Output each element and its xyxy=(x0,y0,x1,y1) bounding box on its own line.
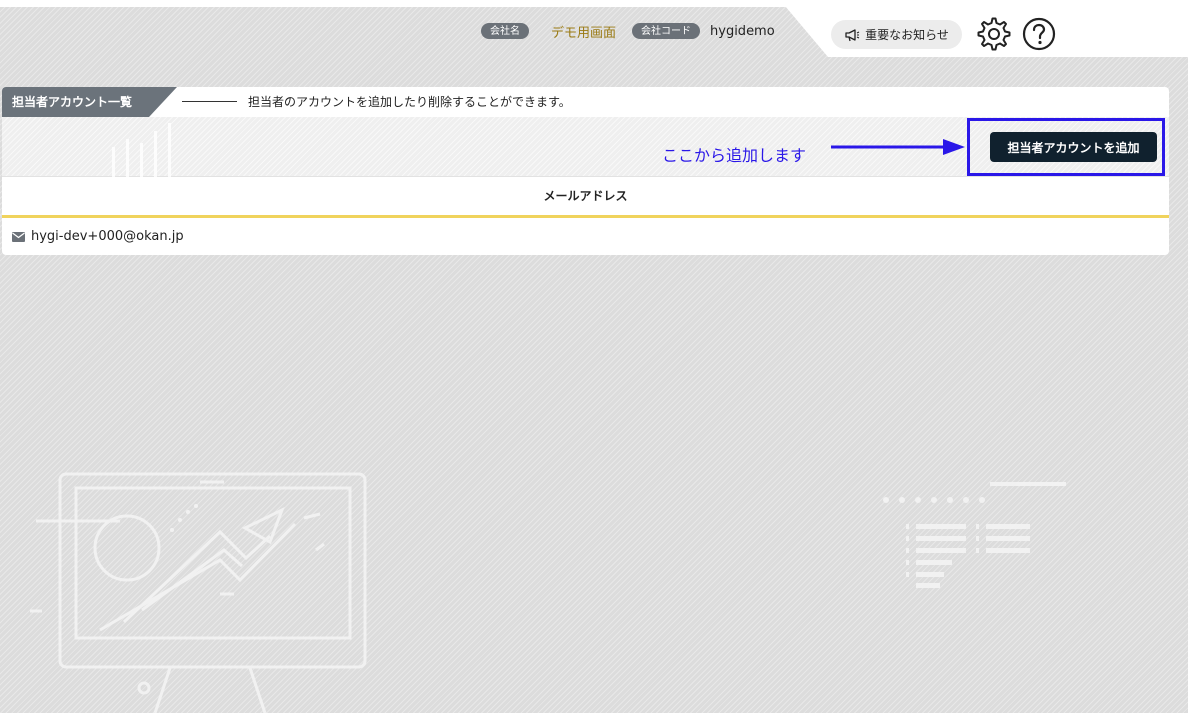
panel-title: 担当者アカウント一覧 xyxy=(2,87,177,117)
gear-icon[interactable] xyxy=(976,16,1012,52)
company-code: hygidemo xyxy=(710,23,775,39)
company-code-badge: 会社コード xyxy=(632,23,701,39)
email-cell: hygi-dev+000@okan.jp xyxy=(31,229,184,244)
notice-label: 重要なお知らせ xyxy=(865,28,949,42)
table-header-email: メールアドレス xyxy=(2,177,1169,218)
action-bar: ここから追加します 担当者アカウントを追加 xyxy=(2,117,1169,177)
account-panel: 担当者アカウント一覧 担当者のアカウントを追加したり削除することができます。 こ… xyxy=(2,87,1169,255)
annotation-text: ここから追加します xyxy=(662,146,807,165)
background-monitor-illustration xyxy=(30,472,367,713)
envelope-icon xyxy=(12,231,25,242)
help-icon[interactable] xyxy=(1021,16,1057,52)
background-list-illustration xyxy=(883,482,1066,588)
annotation-arrow-icon xyxy=(831,139,965,155)
company-name-badge: 会社名 xyxy=(481,23,529,39)
company-info: 会社名 デモ用画面 会社コード hygidemo xyxy=(481,22,775,41)
panel-description: 担当者のアカウントを追加したり削除することができます。 xyxy=(248,95,571,109)
title-divider xyxy=(182,101,237,102)
decorative-chart-icon xyxy=(112,123,171,177)
add-account-button[interactable]: 担当者アカウントを追加 xyxy=(990,132,1157,162)
company-name: デモ用画面 xyxy=(551,25,617,41)
table-row[interactable]: hygi-dev+000@okan.jp xyxy=(2,218,1169,255)
megaphone-icon xyxy=(845,28,860,41)
notice-button[interactable]: 重要なお知らせ xyxy=(831,20,962,49)
